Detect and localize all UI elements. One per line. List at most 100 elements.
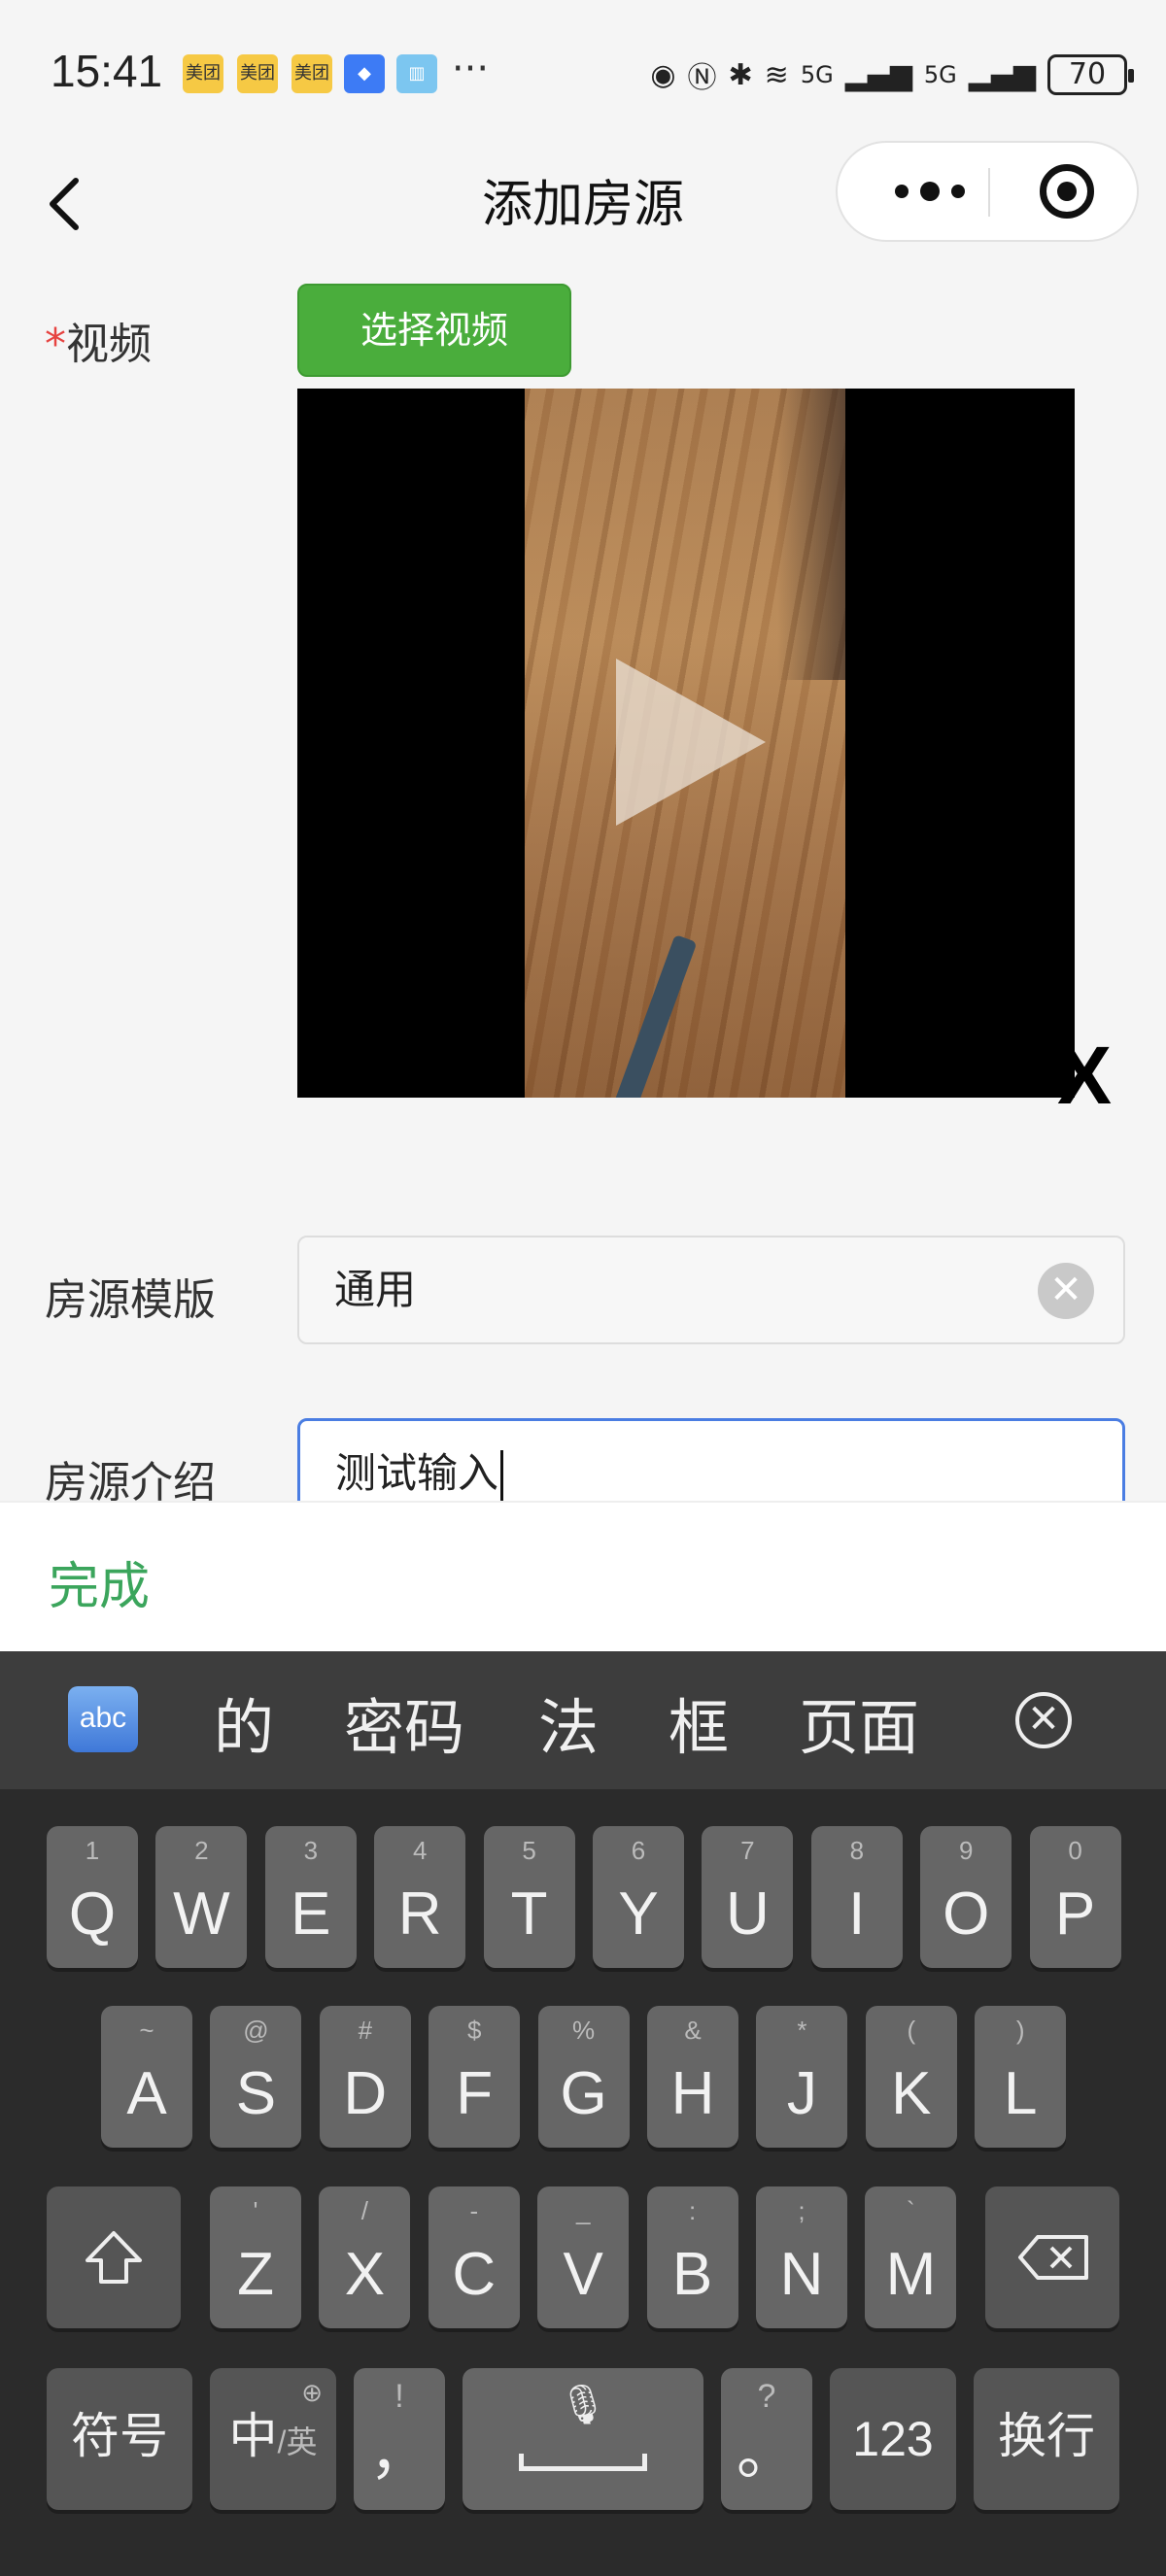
- key-label: A: [126, 2060, 167, 2127]
- key-u[interactable]: 7U: [702, 1826, 794, 1968]
- text-cursor: [500, 1449, 504, 1503]
- select-video-button[interactable]: 选择视频: [297, 284, 571, 377]
- key-secondary-label: 4: [412, 1836, 428, 1865]
- key-secondary-label: (: [907, 2016, 916, 2045]
- numbers-key[interactable]: 123: [830, 2368, 956, 2510]
- close-candidates-icon[interactable]: ✕: [1015, 1692, 1072, 1748]
- wifi-icon: ≋: [764, 57, 789, 92]
- video-player[interactable]: [297, 389, 1075, 1098]
- template-label: 房源模版: [45, 1275, 216, 1325]
- key-d[interactable]: # D: [319, 2006, 411, 2148]
- space-key[interactable]: 🎙︎: [463, 2368, 703, 2510]
- meituan-notification-icon: 美团: [237, 54, 278, 93]
- shift-key[interactable]: [47, 2186, 181, 2328]
- enter-key[interactable]: 换行: [974, 2368, 1119, 2510]
- signal-icon: 5G: [800, 61, 834, 88]
- key-l[interactable]: ) L: [975, 2006, 1067, 2148]
- key-label: N: [779, 2241, 824, 2308]
- status-bar: 15:41 美团 美团 美团 ◆ ▥ ··· ◉ Ⓝ ✱ ≋ 5G ▂▄▆ 5G…: [0, 0, 1166, 146]
- candidate-word[interactable]: 法: [538, 1678, 599, 1766]
- key-label: D: [343, 2060, 388, 2127]
- candidate-word[interactable]: 页面: [799, 1678, 919, 1766]
- key-label: S: [235, 2060, 277, 2127]
- key-secondary-label: ': [253, 2196, 258, 2225]
- key-y[interactable]: 6Y: [593, 1826, 684, 1968]
- key-secondary-label: 3: [303, 1836, 319, 1865]
- key-secondary-label: #: [358, 2016, 373, 2045]
- key-secondary-label: %: [572, 2016, 596, 2045]
- done-button[interactable]: 完成: [49, 1545, 150, 1618]
- backspace-icon: [1018, 2235, 1088, 2280]
- key-label: G: [560, 2060, 607, 2127]
- key-label: L: [1003, 2060, 1038, 2127]
- key-c[interactable]: -C: [428, 2186, 520, 2328]
- key-label: H: [670, 2060, 715, 2127]
- key-n[interactable]: ; N: [756, 2186, 847, 2328]
- key-p[interactable]: 0P: [1029, 1826, 1121, 1968]
- key-label: I: [848, 1881, 866, 1948]
- key-label: U: [726, 1881, 770, 1948]
- eye-icon: ◉: [650, 57, 676, 92]
- key-j[interactable]: * J: [756, 2006, 848, 2148]
- period-key[interactable]: ?。: [721, 2368, 812, 2510]
- key-label: P: [1054, 1881, 1096, 1948]
- key-f[interactable]: $ F: [429, 2006, 521, 2148]
- backspace-key[interactable]: [985, 2186, 1119, 2328]
- space-bar-icon: [519, 2454, 647, 2471]
- key-label: K: [891, 2060, 932, 2127]
- key-s[interactable]: @ S: [210, 2006, 302, 2148]
- remove-video-button[interactable]: X: [1057, 1032, 1112, 1119]
- key-g[interactable]: % G: [537, 2006, 630, 2148]
- template-value: 通用: [334, 1266, 417, 1313]
- candidate-word[interactable]: 的: [214, 1678, 274, 1766]
- clear-icon[interactable]: ✕: [1038, 1263, 1094, 1319]
- key-label: W: [173, 1881, 230, 1948]
- key-e[interactable]: 3E: [264, 1826, 357, 1968]
- key-q[interactable]: 1Q: [47, 1826, 138, 1968]
- more-dots-icon[interactable]: [876, 143, 983, 240]
- symbols-key[interactable]: 符号: [47, 2368, 192, 2510]
- key-i[interactable]: 8I: [810, 1826, 903, 1968]
- key-label: M: [885, 2241, 937, 2308]
- abc-mode-button[interactable]: abc: [68, 1686, 138, 1752]
- target-icon[interactable]: [1040, 164, 1094, 219]
- key-secondary-label: 7: [740, 1836, 755, 1865]
- key-w[interactable]: 2W: [155, 1826, 248, 1968]
- comma-key[interactable]: !，: [354, 2368, 445, 2510]
- key-k[interactable]: (K: [865, 2006, 957, 2148]
- key-secondary-label: 5: [522, 1836, 536, 1865]
- play-icon[interactable]: [616, 659, 766, 826]
- key-m[interactable]: ` M: [865, 2186, 957, 2328]
- key-b[interactable]: :B: [646, 2186, 738, 2328]
- battery-icon: 70: [1047, 54, 1134, 95]
- key-secondary-label: -: [469, 2196, 479, 2225]
- candidate-bar: abc 的 密码 法 框 页面 ✕: [0, 1651, 1166, 1789]
- key-secondary-label: @: [243, 2016, 269, 2045]
- meituan-notification-icon: 美团: [292, 54, 332, 93]
- candidate-word[interactable]: 框: [669, 1678, 729, 1766]
- key-t[interactable]: 5T: [483, 1826, 575, 1968]
- mini-program-capsule: [836, 141, 1139, 242]
- key-label: Y: [618, 1881, 659, 1948]
- book-notification-icon: ▥: [396, 54, 437, 93]
- signal-icon: 5G: [923, 61, 957, 88]
- key-x[interactable]: / X: [319, 2186, 411, 2328]
- signal-bars-icon: ▂▄▆: [844, 57, 912, 92]
- key-v[interactable]: _ V: [537, 2186, 630, 2328]
- key-z[interactable]: ' Z: [210, 2186, 301, 2328]
- language-switch-key[interactable]: ⊕ 中/英: [210, 2368, 336, 2510]
- key-r[interactable]: 4R: [374, 1826, 466, 1968]
- key-label: B: [671, 2241, 713, 2308]
- key-h[interactable]: & H: [647, 2006, 738, 2148]
- key-label: E: [291, 1881, 331, 1948]
- key-o[interactable]: 9O: [920, 1826, 1012, 1968]
- template-input[interactable]: 通用 ✕: [297, 1236, 1125, 1344]
- system-icons: ◉ Ⓝ ✱ ≋ 5G ▂▄▆ 5G ▂▄▆ 70: [650, 51, 1134, 99]
- meituan-notification-icon: 美团: [183, 54, 223, 93]
- key-a[interactable]: ~ A: [101, 2006, 192, 2148]
- key-secondary-label: ;: [798, 2196, 806, 2225]
- key-secondary-label: 1: [85, 1836, 100, 1865]
- candidate-word[interactable]: 密码: [344, 1678, 464, 1766]
- bluetooth-icon: ✱: [728, 57, 753, 92]
- key-secondary-label: :: [688, 2196, 697, 2225]
